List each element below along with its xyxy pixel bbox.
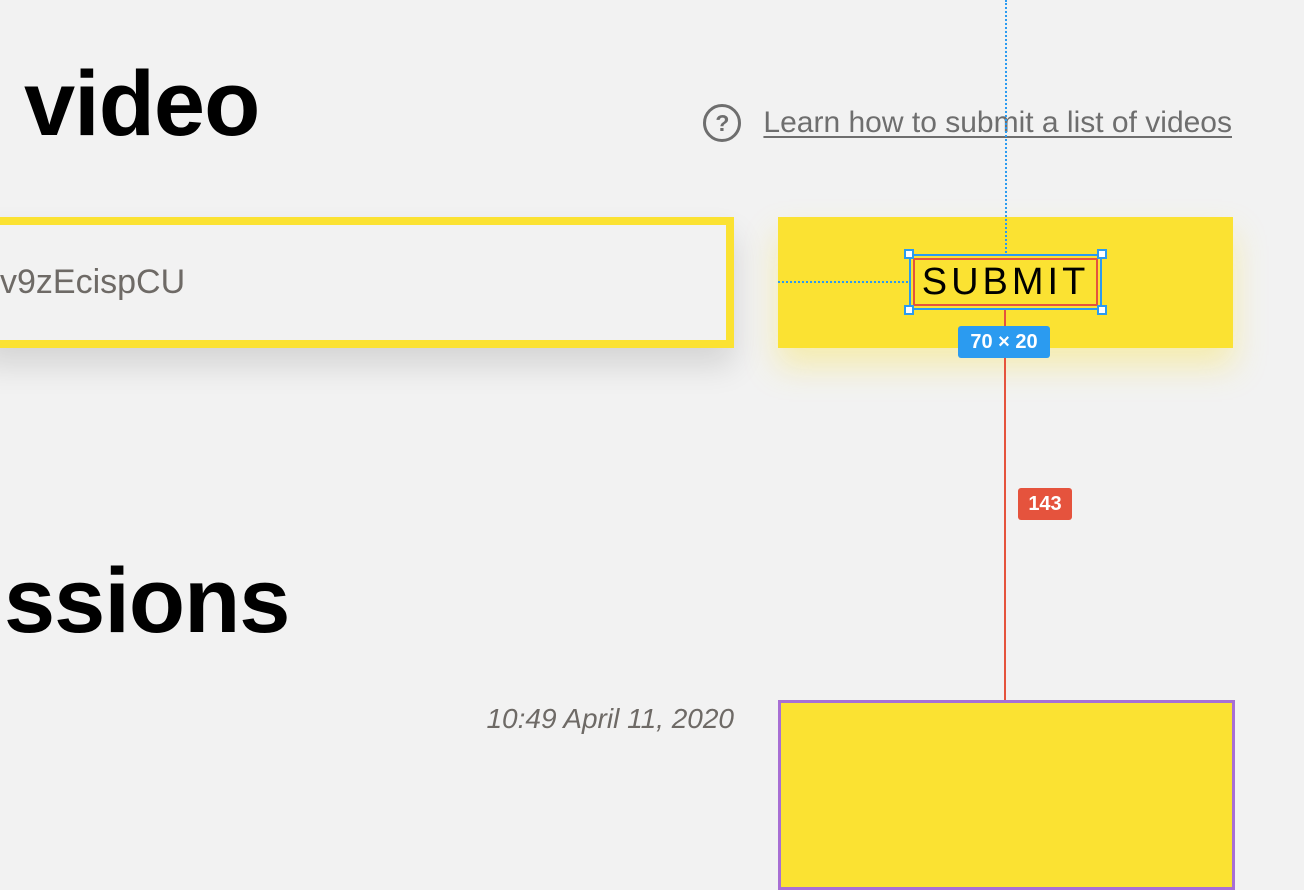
submissions-heading: ssions	[4, 550, 290, 652]
submission-card[interactable]	[778, 700, 1235, 890]
resize-handle-bottom-right[interactable]	[1097, 305, 1107, 315]
page-title: video	[24, 53, 260, 155]
resize-handle-top-left[interactable]	[904, 249, 914, 259]
submission-timestamp: 10:49 April 11, 2020	[486, 703, 734, 734]
alignment-guide-horizontal	[778, 281, 908, 283]
question-circle-icon: ?	[703, 104, 742, 142]
video-url-value: v9zEcispCU	[0, 263, 186, 301]
alignment-guide-vertical	[1005, 0, 1007, 253]
video-url-input[interactable]: v9zEcispCU	[0, 217, 734, 348]
size-badge: 70 × 20	[958, 326, 1050, 358]
resize-handle-bottom-left[interactable]	[904, 305, 914, 315]
resize-handle-top-right[interactable]	[1097, 249, 1107, 259]
help-link[interactable]: ? Learn how to submit a list of videos	[703, 104, 1232, 142]
distance-badge: 143	[1018, 488, 1072, 520]
submit-button-label: SUBMIT	[921, 261, 1090, 303]
distance-guide	[1004, 310, 1006, 700]
help-link-label[interactable]: Learn how to submit a list of videos	[763, 106, 1232, 140]
